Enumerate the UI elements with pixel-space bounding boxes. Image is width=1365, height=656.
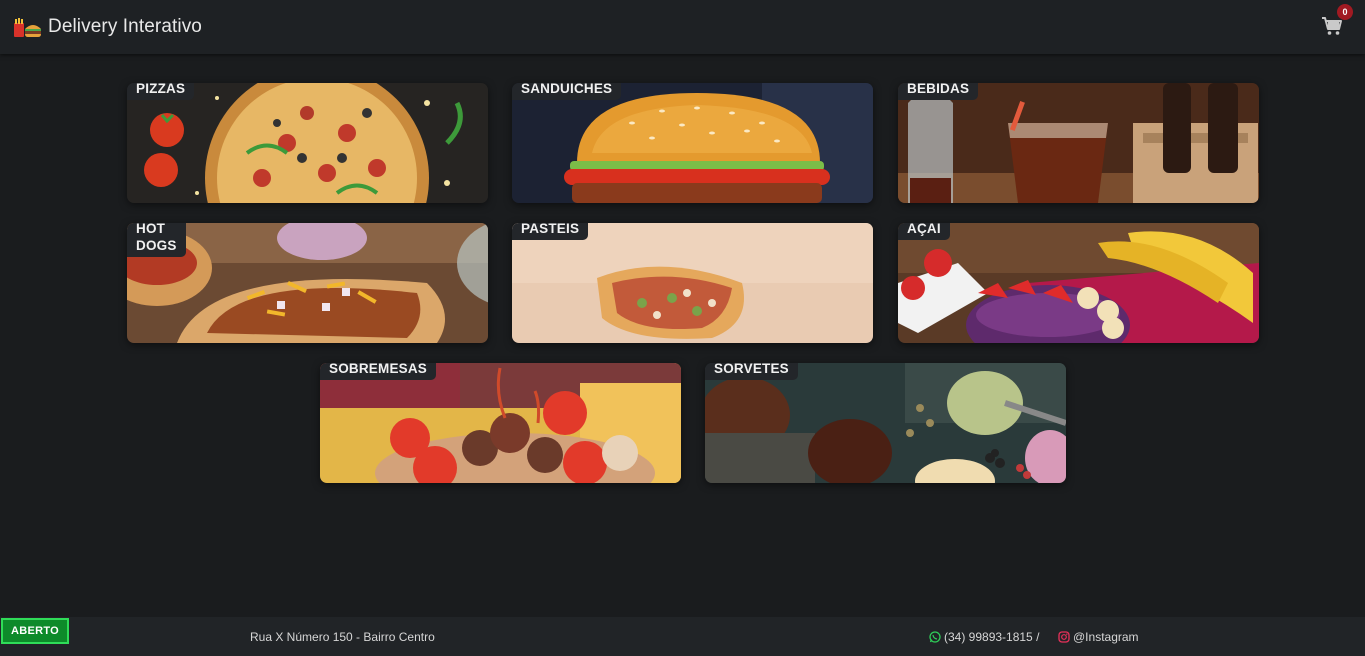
category-label: PASTÉIS	[512, 223, 589, 240]
dessert-image	[320, 363, 681, 483]
category-label: SANDUICHES	[512, 83, 622, 100]
category-card-sanduiches[interactable]: SANDUICHES	[512, 83, 873, 203]
whatsapp-icon	[929, 631, 941, 643]
category-label: SORVETES	[705, 363, 798, 380]
category-label: BEBIDAS	[898, 83, 979, 100]
category-card-sorvetes[interactable]: SORVETES	[705, 363, 1066, 483]
category-label: HOT DOGS	[127, 223, 186, 257]
pizza-image	[127, 83, 488, 203]
top-navbar: Delivery Interativo 0	[0, 0, 1365, 54]
cart-count-badge: 0	[1337, 4, 1353, 20]
store-status-badge: ABERTO	[1, 618, 69, 644]
cart-icon	[1322, 17, 1342, 35]
category-label: AÇAÍ	[898, 223, 950, 240]
burger-image	[512, 83, 873, 203]
phone-number: (34) 99893-1815 /	[944, 630, 1040, 644]
category-card-pasteis[interactable]: PASTÉIS	[512, 223, 873, 343]
footer-bar: ABERTO Rua X Número 150 - Bairro Centro …	[0, 617, 1365, 656]
food-logo-icon	[14, 18, 41, 37]
store-address: Rua X Número 150 - Bairro Centro	[250, 630, 435, 644]
category-card-sobremesas[interactable]: SOBREMESAS	[320, 363, 681, 483]
icecream-image	[705, 363, 1066, 483]
instagram-link[interactable]: @Instagram	[1058, 630, 1139, 644]
category-card-bebidas[interactable]: BEBIDAS	[898, 83, 1259, 203]
category-label: PIZZAS	[127, 83, 195, 100]
category-label: SOBREMESAS	[320, 363, 437, 380]
brand-title: Delivery Interativo	[48, 16, 202, 37]
pastel-image	[512, 223, 873, 343]
cart-button[interactable]: 0	[1321, 4, 1353, 38]
acai-image	[898, 223, 1259, 343]
phone-contact[interactable]: (34) 99893-1815 /	[929, 630, 1039, 644]
brand-link[interactable]: Delivery Interativo	[12, 14, 202, 40]
category-card-acai[interactable]: AÇAÍ	[898, 223, 1259, 343]
category-card-hot-dogs[interactable]: HOT DOGS	[127, 223, 488, 343]
instagram-handle: @Instagram	[1073, 630, 1139, 644]
category-card-pizzas[interactable]: PIZZAS	[127, 83, 488, 203]
drinks-image	[898, 83, 1259, 203]
instagram-icon	[1058, 631, 1070, 643]
